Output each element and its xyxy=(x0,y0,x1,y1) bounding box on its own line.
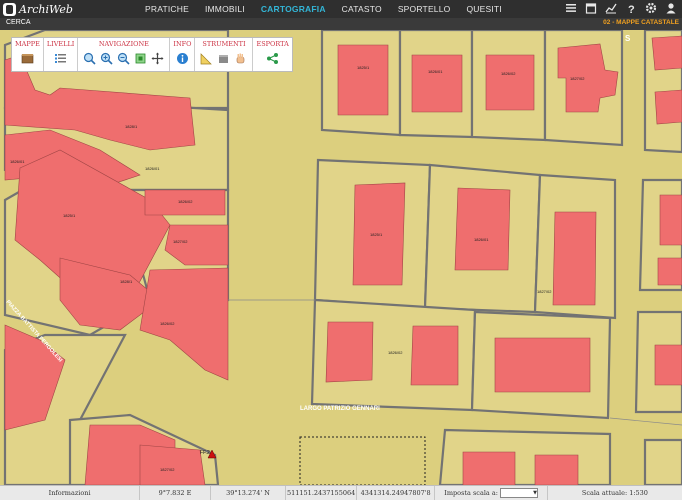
parcel-label: 1825/1 xyxy=(63,213,76,218)
group-label: NAVIGAZIONE xyxy=(98,40,149,48)
toolbox-group-info: INFO xyxy=(170,38,196,71)
nav-item-cartografia[interactable]: CARTOGRAFIA xyxy=(253,4,334,14)
parcel-label: 1828/1 xyxy=(120,279,133,284)
parcel-label: 1826/01 xyxy=(474,237,489,242)
nav-item-quesiti[interactable]: QUESITI xyxy=(458,4,509,14)
map-book-icon[interactable] xyxy=(21,52,34,65)
parcel-label: 1826/02 xyxy=(501,71,516,76)
nav-item-immobili[interactable]: IMMOBILI xyxy=(197,4,253,14)
y-coordinate-readout: 4341314.24947807'8 xyxy=(357,486,436,500)
gear-icon[interactable] xyxy=(644,2,658,16)
parcel-label: 1827/02 xyxy=(537,289,552,294)
parcel-label: 1826/01 xyxy=(10,159,25,164)
svg-text:?: ? xyxy=(628,4,635,14)
scale-setter: Imposta scala a: ▼ xyxy=(435,486,548,500)
pan-icon[interactable] xyxy=(151,52,164,65)
help-icon[interactable]: ? xyxy=(624,2,638,16)
zoom-out-icon[interactable] xyxy=(117,52,130,65)
calendar-icon[interactable] xyxy=(584,2,598,16)
list-icon[interactable] xyxy=(564,2,578,16)
zoom-in-icon[interactable] xyxy=(100,52,113,65)
parcel-label: 1826/02 xyxy=(178,199,193,204)
parcel-label: 1827/02 xyxy=(570,76,585,81)
toolbox-group-strumenti: STRUMENTI xyxy=(195,38,254,71)
nav-item-sportello[interactable]: SPORTELLO xyxy=(390,4,459,14)
parcel-label: 1825/1 xyxy=(370,232,383,237)
parcel-label: 1828/1 xyxy=(125,124,138,129)
toolbox-group-navigazione: NAVIGAZIONE xyxy=(78,38,171,71)
ruler-icon[interactable] xyxy=(200,52,213,65)
status-bar: Informazioni 9°7.832 E 39°13.274' N 5111… xyxy=(0,485,682,500)
app-logo[interactable]: ArchiWeb xyxy=(0,0,133,18)
longitude-readout: 9°7.832 E xyxy=(140,486,211,500)
parcel-label: 1825/1 xyxy=(357,65,370,70)
parcel-label: 1826/01 xyxy=(145,166,160,171)
top-icon-group: ? xyxy=(558,2,678,16)
parcel-label: 1826/02 xyxy=(160,321,175,326)
logo-icon xyxy=(3,2,16,16)
info-icon[interactable] xyxy=(176,52,189,65)
parcel-label: 1827/02 xyxy=(160,467,175,472)
toolbox-group-livelli: LIVELLI xyxy=(44,38,79,71)
group-label: INFO xyxy=(173,40,192,48)
scale-select[interactable]: ▼ xyxy=(500,488,538,498)
group-label: ESPORTA xyxy=(256,40,289,48)
share-icon[interactable] xyxy=(266,52,279,65)
eraser-icon[interactable] xyxy=(217,52,230,65)
main-nav: PRATICHE IMMOBILI CARTOGRAFIA CATASTO SP… xyxy=(137,0,510,18)
corner-label: S xyxy=(625,34,631,43)
hand-icon[interactable] xyxy=(234,52,247,65)
info-panel-toggle[interactable]: Informazioni xyxy=(0,486,141,500)
user-icon[interactable] xyxy=(664,2,678,16)
parcel-label: 1827/02 xyxy=(173,239,188,244)
parcel-label: 1826/01 xyxy=(428,69,443,74)
group-label: LIVELLI xyxy=(46,40,75,48)
zoom-extent-icon[interactable] xyxy=(134,52,147,65)
search-toggle[interactable]: CERCA xyxy=(6,19,31,26)
sub-bar: CERCA 02 - MAPPE CATASTALE xyxy=(0,18,682,30)
active-layer-label: 02 - MAPPE CATASTALE xyxy=(603,19,679,26)
street-label: LARGO PATRIZIO GENNARI xyxy=(300,406,380,412)
top-navigation-bar: ArchiWeb PRATICHE IMMOBILI CARTOGRAFIA C… xyxy=(0,0,682,18)
layers-list-icon[interactable] xyxy=(54,52,67,65)
zoom-box-icon[interactable] xyxy=(83,52,96,65)
map-toolbox: MAPPE LIVELLI NAVIGAZIONE INFO STRUMENTI xyxy=(11,37,293,72)
group-label: STRUMENTI xyxy=(202,40,246,48)
group-label: MAPPE xyxy=(15,40,40,48)
toolbox-group-mappe: MAPPE xyxy=(12,38,44,71)
app-name: ArchiWeb xyxy=(19,2,73,16)
parcel-label: 1826/02 xyxy=(388,350,403,355)
map-canvas[interactable]: 1825/1 1826/01 1826/02 1827/02 1825/1 18… xyxy=(0,30,682,485)
toolbox-group-esporta: ESPORTA xyxy=(253,38,291,71)
latitude-readout: 39°13.274' N xyxy=(211,486,287,500)
chart-icon[interactable] xyxy=(604,2,618,16)
x-coordinate-readout: 511151.2437155064 xyxy=(286,486,357,500)
nav-item-pratiche[interactable]: PRATICHE xyxy=(137,4,197,14)
cadastral-map[interactable]: 1825/1 1826/01 1826/02 1827/02 1825/1 18… xyxy=(0,30,682,485)
current-scale: Scala attuale: 1:530 xyxy=(581,489,648,497)
marker-label: FF.2 xyxy=(200,450,210,456)
scale-setter-label: Imposta scala a: xyxy=(444,489,498,497)
nav-item-catasto[interactable]: CATASTO xyxy=(334,4,390,14)
